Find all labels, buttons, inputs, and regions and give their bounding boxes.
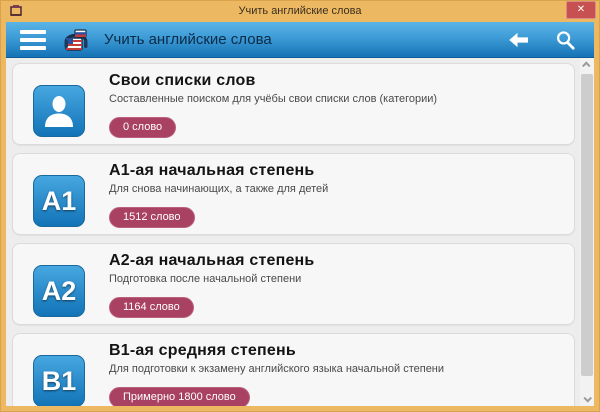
scroll-up-icon[interactable] [580,58,594,72]
user-icon [33,85,85,137]
scrollbar-thumb[interactable] [581,74,593,376]
category-list: Свои списки слов Составленные поиском дл… [6,58,578,406]
app-window: Учить английские слова ✕ Учить английски… [0,0,600,412]
appbar: Учить английские слова [6,22,594,58]
card-subtitle: Для снова начинающих, а также для детей [109,183,329,195]
menu-icon[interactable] [20,29,46,50]
search-button[interactable] [550,25,580,55]
level-a2-icon: A2 [33,265,85,317]
app-titlebar-icon [10,5,22,16]
level-b1-icon: B1 [33,355,85,406]
app-logo-icon [64,28,88,51]
card-subtitle: Подготовка после начальной степени [109,273,302,285]
card-title: A2-ая начальная степень [109,252,315,269]
titlebar: Учить английские слова ✕ [0,0,600,22]
list-item-level-a2[interactable]: A2 A2-ая начальная степень Подготовка по… [12,243,575,325]
word-count-badge: 0 слово [109,117,177,138]
back-button[interactable] [504,25,534,55]
search-icon [557,30,575,50]
close-button[interactable]: ✕ [566,1,596,19]
card-title: A1-ая начальная степень [109,162,315,179]
word-count-badge: 1164 слово [109,297,194,318]
level-a1-icon: A1 [33,175,85,227]
list-item-level-a1[interactable]: A1 A1-ая начальная степень Для снова нач… [12,153,575,235]
scrollbar[interactable] [580,58,594,406]
card-subtitle: Составленные поиском для учёбы свои спис… [109,93,438,105]
card-title: B1-ая средняя степень [109,342,296,359]
window-title: Учить английские слова [238,5,362,17]
list-item-own-word-lists[interactable]: Свои списки слов Составленные поиском дл… [12,63,575,145]
word-count-badge: Примерно 1800 слово [109,387,250,406]
list-item-level-b1[interactable]: B1 B1-ая средняя степень Для подготовки … [12,333,575,406]
content-area: Свои списки слов Составленные поиском дл… [6,58,594,406]
card-subtitle: Для подготовки к экзамену английского яз… [109,363,445,375]
appbar-title: Учить английские слова [104,31,272,48]
scroll-down-icon[interactable] [580,392,594,406]
back-icon [509,32,528,47]
word-count-badge: 1512 слово [109,207,195,228]
card-title: Свои списки слов [109,72,256,89]
